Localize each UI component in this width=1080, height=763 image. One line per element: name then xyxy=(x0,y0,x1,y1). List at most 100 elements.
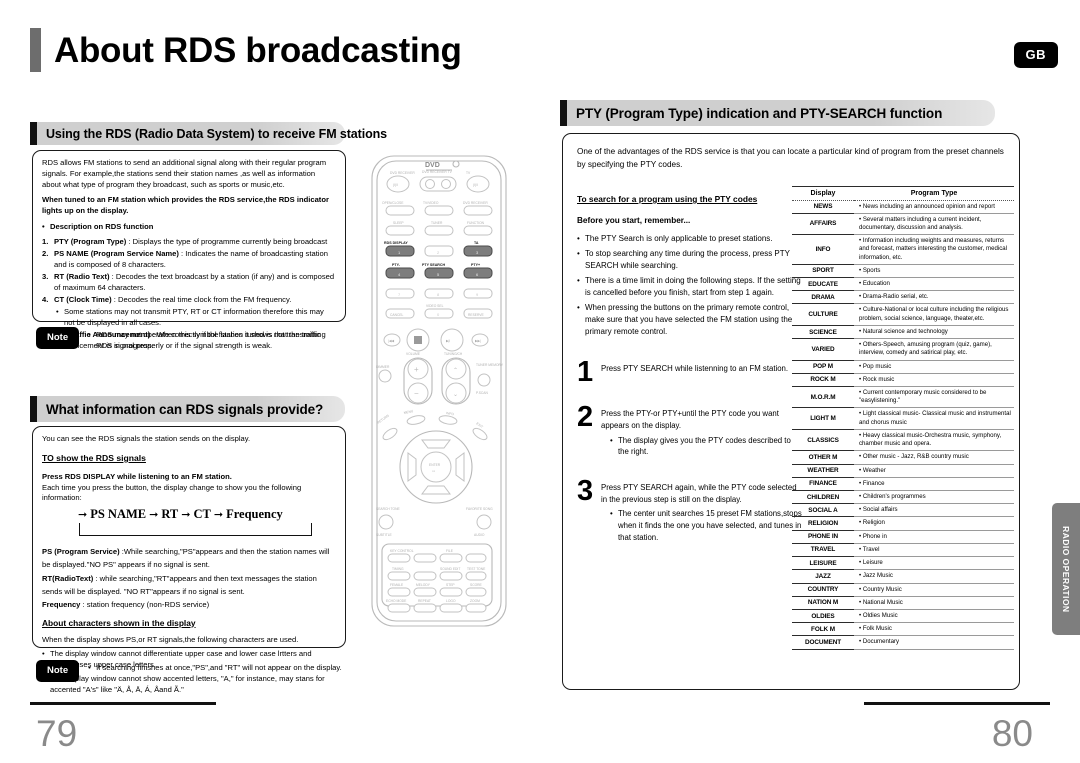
pty-program-type: • Religion xyxy=(854,516,1014,531)
pty-intro: One of the advantages of the RDS service… xyxy=(577,147,1004,169)
pty-display-code: LIGHT M xyxy=(792,407,854,430)
pty-table-row: INFO • Information including weights and … xyxy=(792,234,1014,265)
pty-display-code: ROCK M xyxy=(792,373,854,388)
pty-program-type: • Other music - Jazz, R&B country music xyxy=(854,450,1014,465)
pty-program-type: • Information including weights and meas… xyxy=(854,234,1014,265)
signals-subhead-1: TO show the RDS signals xyxy=(42,452,146,463)
remote-label-pty-search: PTY SEARCH xyxy=(422,263,446,267)
flow-arrow-icon: ➞ xyxy=(149,508,159,522)
pty-display-code: INFO xyxy=(792,234,854,265)
remote-nav-right-icon xyxy=(455,452,465,482)
pty-program-type: • Education xyxy=(854,277,1014,292)
pty-table-row: DRAMA • Drama-Radio serial, etc. xyxy=(792,290,1014,305)
pty-program-type: • Weather xyxy=(854,464,1014,478)
pty-table-row: TRAVEL • Travel xyxy=(792,543,1014,558)
step-text: Press PTY SEARCH again, while the PTY co… xyxy=(601,483,797,504)
manual-page: About RDS broadcasting GB Using the RDS … xyxy=(0,0,1080,763)
remote-label-video-sel: VIDEO SEL xyxy=(426,304,444,308)
pty-program-type: • Heavy classical music-Orchestra music,… xyxy=(854,429,1014,452)
remote-brand-logo: DVD xyxy=(425,162,440,169)
pty-before-bullet: • There is a time limit in doing the fol… xyxy=(577,275,801,297)
pty-program-type: • Leisure xyxy=(854,556,1014,571)
item-desc: : Displays the type of programme current… xyxy=(126,236,328,246)
pty-program-type: • Current contemporary music considered … xyxy=(854,386,1014,409)
region-badge: GB xyxy=(1013,42,1058,68)
section-header-rds-receive: Using the RDS (Radio Data System) to rec… xyxy=(30,122,387,145)
remote-label-pty-plus: PTY+ xyxy=(471,263,480,267)
note-text: • If searching finishes at once,"PS",and… xyxy=(88,663,342,672)
pty-col-display: Display xyxy=(792,186,854,201)
pty-table-row: M.O.R.M • Current contemporary music cons… xyxy=(792,386,1014,409)
pty-display-code: SCIENCE xyxy=(792,325,854,340)
remote-label-repeat: REPEAT xyxy=(418,599,431,603)
remote-label-tuner-memory: TUNER MEMORY xyxy=(476,363,504,367)
rds-signals-box: You can see the RDS signals the station … xyxy=(32,426,346,694)
pty-step: 2 Press the PTY-or PTY+until the PTY cod… xyxy=(577,403,803,458)
pty-display-code: NATION M xyxy=(792,596,854,610)
remote-volume-down-icon: − xyxy=(414,389,419,398)
remote-label-pscan: P.SCAN xyxy=(476,391,488,395)
remote-next-icon: ▶▶| xyxy=(475,339,481,343)
step-text: Press the PTY-or PTY+until the PTY code … xyxy=(601,409,779,430)
pty-table-row: SPORT • Sports xyxy=(792,264,1014,279)
section-tick xyxy=(560,100,567,126)
remote-label-rds-display: RDS DISPLAY xyxy=(384,241,408,245)
pty-table-row: SOCIAL A • Social affairs xyxy=(792,503,1014,518)
pty-subhead: To search for a program using the PTY co… xyxy=(577,194,758,204)
item-desc: : Decodes the real time clock from the F… xyxy=(111,295,292,305)
remote-label-female: FEMALE xyxy=(390,583,404,587)
pty-program-type: • Folk Music xyxy=(854,622,1014,637)
section-tick xyxy=(30,396,37,422)
pty-program-type: • Others-Speech, amusing program (quiz, … xyxy=(854,338,1014,361)
pty-program-type: • Children's programmes xyxy=(854,490,1014,505)
remote-label-volume: VOLUME xyxy=(406,352,421,356)
remote-label-key-control: KEY CONTROL xyxy=(390,549,414,553)
pty-col-program-type: Program Type xyxy=(854,186,1014,201)
pty-code-table: Display Program Type NEWS • News including … xyxy=(792,186,1014,650)
remote-label-enter: ENTER xyxy=(429,463,441,467)
section-tick xyxy=(30,122,37,145)
pty-before-bullet: • The PTY Search is only applicable to p… xyxy=(577,233,773,243)
section-header-label: Using the RDS (Radio Data System) to rec… xyxy=(46,126,388,141)
section-header-label: PTY (Program Type) indication and PTY-SE… xyxy=(576,105,943,121)
remote-label-sound-edit: SOUND EDIT xyxy=(440,567,460,571)
remote-label-timing: TIMING xyxy=(392,567,404,571)
remote-label-reserve: RESERVE xyxy=(468,313,484,317)
pty-table-row: AFFAIRS • Several matters including a cur… xyxy=(792,213,1014,236)
remote-play-pause-icon: ▶|I xyxy=(446,339,450,343)
rds-intro-text: RDS allows FM stations to send an additi… xyxy=(42,158,327,189)
pty-display-code: TRAVEL xyxy=(792,543,854,558)
flow-node: CT xyxy=(193,507,211,522)
def-term: Frequency xyxy=(42,600,81,610)
signals-intro: You can see the RDS signals the station … xyxy=(42,434,251,443)
signal-def: Frequency : station frequency (non-RDS s… xyxy=(42,598,336,611)
pty-display-code: EDUCATE xyxy=(792,277,854,292)
bullet-glyph: • xyxy=(577,302,580,312)
remote-label-tv-video: TV/VIDEO xyxy=(423,201,439,205)
remote-tuning-down-icon: ⌄ xyxy=(453,392,458,398)
bullet-glyph: • xyxy=(88,330,91,339)
note-block-1: Note • RDS may not operate correctly if … xyxy=(36,327,344,351)
flow-arrow-icon: ➞ xyxy=(213,508,224,522)
pty-display-code: OLDIES xyxy=(792,609,854,624)
page-title: About RDS broadcasting xyxy=(54,30,462,70)
remote-label-step: STEP xyxy=(446,583,455,587)
rds-function-item: 1. PTY (Program Type) : Displays the typ… xyxy=(42,236,328,246)
remote-power-dvd: (I)/I xyxy=(393,183,398,187)
section-header-pty: PTY (Program Type) indication and PTY-SE… xyxy=(560,100,995,126)
pty-table-header-row: Display Program Type xyxy=(792,186,1014,201)
pty-table-row: OTHER M • Other music - Jazz, R&B country… xyxy=(792,450,1014,465)
remote-label-dvd-receiver: DVD RECEIVER xyxy=(390,171,415,175)
remote-nav-down-icon xyxy=(421,485,451,495)
remote-label-echo-mode: ECHO MODE xyxy=(386,599,407,603)
pty-display-code: WEATHER xyxy=(792,464,854,478)
signals-subhead-2: About characters shown in the display xyxy=(42,617,196,628)
pty-display-code: AFFAIRS xyxy=(792,213,854,236)
pty-table-row: PHONE IN • Phone in xyxy=(792,530,1014,544)
pty-display-code: JAZZ xyxy=(792,569,854,584)
pty-display-code: OTHER M xyxy=(792,450,854,465)
pty-program-type: • Natural science and technology xyxy=(854,325,1014,340)
pty-display-code: CLASSICS xyxy=(792,429,854,452)
remote-label-zoom: ZOOM xyxy=(470,599,480,603)
pty-program-type: • Social affairs xyxy=(854,503,1014,518)
